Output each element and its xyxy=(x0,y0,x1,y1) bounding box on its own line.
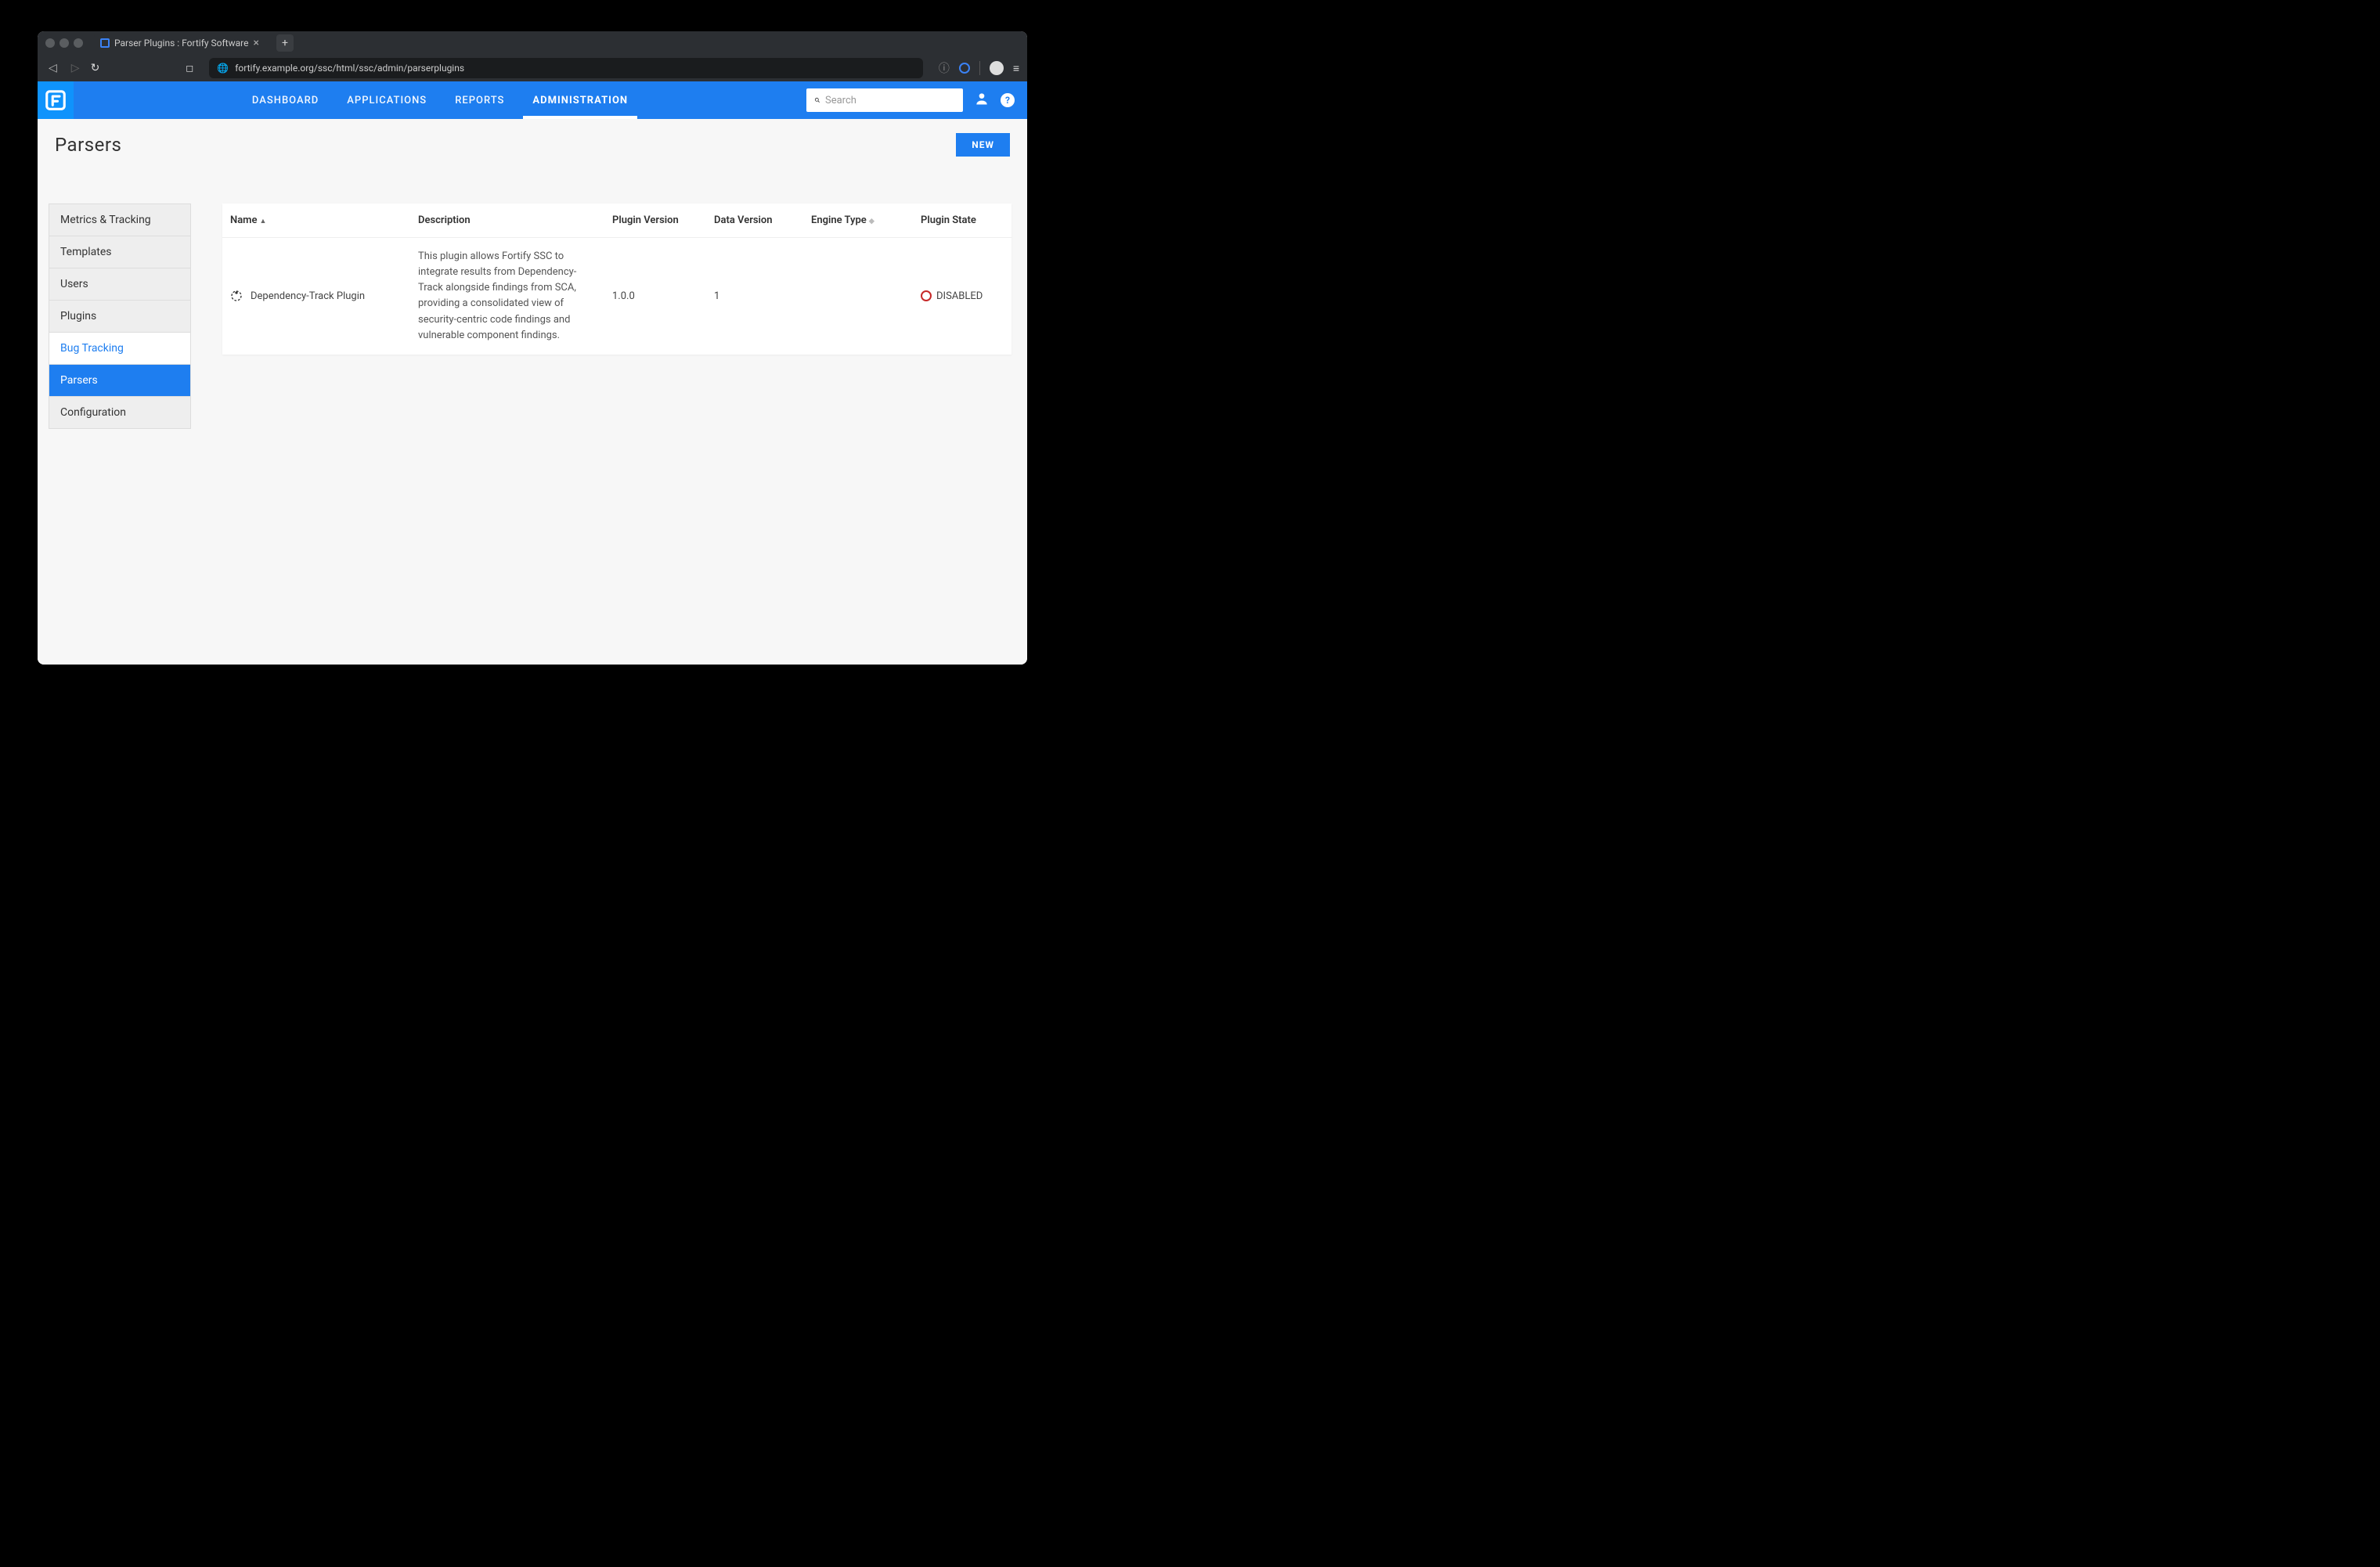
url-text: fortify.example.org/ssc/html/ssc/admin/p… xyxy=(235,63,464,74)
sort-asc-icon: ▲ xyxy=(259,218,266,225)
search-icon xyxy=(814,95,820,106)
disabled-status-icon xyxy=(921,290,932,301)
nav-applications[interactable]: APPLICATIONS xyxy=(342,82,431,119)
cell-plugin-state: DISABLED xyxy=(921,290,1004,302)
cell-description: This plugin allows Fortify SSC to integr… xyxy=(418,249,612,344)
cell-name: Dependency-Track Plugin xyxy=(230,290,418,302)
cell-plugin-version: 1.0.0 xyxy=(612,290,714,302)
toolbar-right: ⓘ ≡ xyxy=(939,60,1019,76)
tab-title: Parser Plugins : Fortify Software xyxy=(114,38,248,49)
top-nav: DASHBOARD APPLICATIONS REPORTS ADMINISTR… xyxy=(74,82,806,119)
forward-button[interactable]: ▷ xyxy=(68,60,83,76)
page-title: Parsers xyxy=(55,134,121,156)
tab-favicon xyxy=(100,38,110,48)
th-plugin-state[interactable]: Plugin State xyxy=(921,214,1004,226)
new-tab-button[interactable]: + xyxy=(276,34,294,52)
topbar-right: ? xyxy=(806,88,1027,112)
info-icon[interactable]: ⓘ xyxy=(939,60,950,76)
help-icon[interactable]: ? xyxy=(1001,93,1015,107)
page-head: Parsers NEW xyxy=(38,119,1027,157)
titlebar: Parser Plugins : Fortify Software × + xyxy=(38,31,1027,55)
sidebar-item-users[interactable]: Users xyxy=(49,268,190,301)
sidebar-item-configuration[interactable]: Configuration xyxy=(49,397,190,428)
content: Parsers NEW Metrics & Tracking Templates… xyxy=(38,119,1027,665)
body: Metrics & Tracking Templates Users Plugi… xyxy=(38,157,1027,445)
url-bar[interactable]: 🌐 fortify.example.org/ssc/html/ssc/admin… xyxy=(209,58,923,78)
table-head: Name▲ Description Plugin Version Data Ve… xyxy=(222,204,1012,238)
sidebar-item-parsers[interactable]: Parsers xyxy=(49,365,190,397)
app-topbar: DASHBOARD APPLICATIONS REPORTS ADMINISTR… xyxy=(38,81,1027,119)
divider xyxy=(979,61,980,75)
sidebar-item-bug-tracking[interactable]: Bug Tracking xyxy=(49,333,190,365)
nav-administration[interactable]: ADMINISTRATION xyxy=(528,82,633,119)
sidebar-item-metrics[interactable]: Metrics & Tracking xyxy=(49,204,190,236)
search-box[interactable] xyxy=(806,88,963,112)
sidebar-item-plugins[interactable]: Plugins xyxy=(49,301,190,333)
reload-button[interactable]: ↻ xyxy=(91,62,100,74)
fortify-logo[interactable] xyxy=(38,81,74,119)
nav-dashboard[interactable]: DASHBOARD xyxy=(247,82,323,119)
profile-avatar[interactable] xyxy=(990,61,1004,75)
bookmark-icon[interactable]: ◻ xyxy=(186,63,193,74)
globe-icon: 🌐 xyxy=(217,63,229,74)
close-icon[interactable]: × xyxy=(253,37,258,49)
plugins-table: Name▲ Description Plugin Version Data Ve… xyxy=(222,204,1012,355)
th-name[interactable]: Name▲ xyxy=(230,214,418,226)
search-input[interactable] xyxy=(825,95,955,106)
back-button[interactable]: ◁ xyxy=(45,60,60,76)
th-data-version[interactable]: Data Version xyxy=(714,214,811,226)
browser-window: Parser Plugins : Fortify Software × + ◁ … xyxy=(38,31,1027,665)
sort-icon: ◆ xyxy=(869,218,874,225)
new-button[interactable]: NEW xyxy=(956,133,1010,157)
traffic-lights[interactable] xyxy=(45,38,83,48)
cell-data-version: 1 xyxy=(714,290,811,302)
activity-icon[interactable] xyxy=(959,63,970,74)
menu-icon[interactable]: ≡ xyxy=(1013,62,1019,75)
nav-reports[interactable]: REPORTS xyxy=(450,82,509,119)
browser-tab[interactable]: Parser Plugins : Fortify Software × xyxy=(94,34,265,52)
sidebar-item-templates[interactable]: Templates xyxy=(49,236,190,268)
user-icon[interactable] xyxy=(974,91,990,110)
th-engine-type[interactable]: Engine Type◆ xyxy=(811,214,921,226)
table-row[interactable]: Dependency-Track Plugin This plugin allo… xyxy=(222,238,1012,355)
sidebar: Metrics & Tracking Templates Users Plugi… xyxy=(49,204,191,429)
dependency-track-icon xyxy=(230,290,243,302)
th-plugin-version[interactable]: Plugin Version xyxy=(612,214,714,226)
th-description[interactable]: Description xyxy=(418,214,612,226)
browser-toolbar: ◁ ▷ ↻ ◻ 🌐 fortify.example.org/ssc/html/s… xyxy=(38,55,1027,81)
